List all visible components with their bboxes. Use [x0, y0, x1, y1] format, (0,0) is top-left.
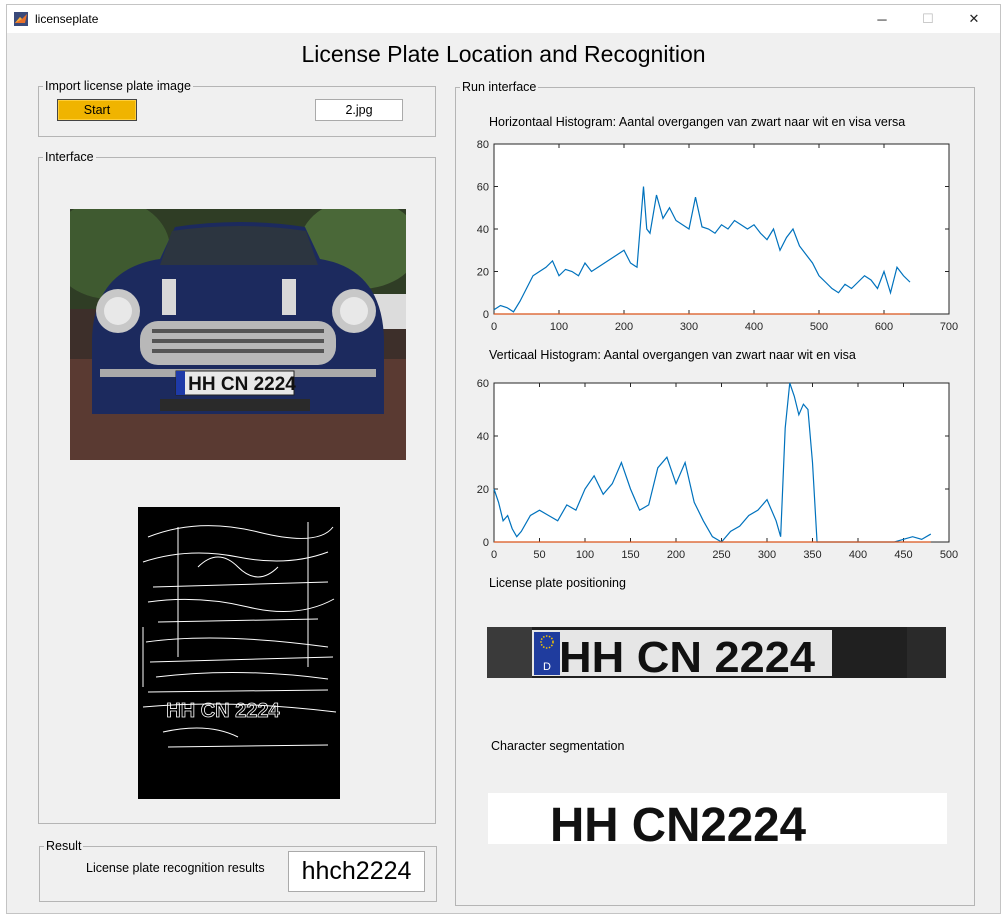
car-plate-text: HH CN 2224 [188, 374, 296, 395]
horizontal-histogram-title: Horizontaal Histogram: Aantal overgangen… [489, 115, 906, 129]
x-tick-label: 100 [550, 321, 568, 333]
maximize-icon: ☐ [922, 11, 934, 26]
plot-area [493, 143, 950, 315]
plate-positioning-image: D HH CN 2224 [487, 627, 946, 678]
x-tick-label: 200 [667, 549, 685, 561]
matlab-icon [14, 12, 28, 26]
plate-positioning-text: HH CN 2224 [559, 633, 816, 678]
plate-positioning-title: License plate positioning [489, 576, 626, 590]
y-tick-label: 0 [483, 309, 489, 321]
y-tick-label: 20 [477, 267, 489, 279]
plate-country: D [543, 661, 551, 673]
y-tick-label: 40 [477, 224, 489, 236]
y-tick-label: 60 [477, 378, 489, 390]
x-tick-label: 450 [894, 549, 912, 561]
window-title: licenseplate [35, 12, 99, 26]
x-tick-label: 0 [491, 321, 497, 333]
x-tick-label: 50 [533, 549, 545, 561]
file-name-field[interactable]: 2.jpg [315, 99, 403, 121]
x-tick-label: 600 [875, 321, 893, 333]
start-button[interactable]: Start [57, 99, 137, 121]
y-tick-label: 40 [477, 431, 489, 443]
segmentation-text: HH CN2224 [550, 799, 806, 844]
app-window: licenseplate ─ ☐ ✕ License Plate Locatio… [6, 4, 1001, 914]
x-tick-label: 200 [615, 321, 633, 333]
x-tick-label: 500 [940, 549, 958, 561]
import-panel: Import license plate image Start 2.jpg [38, 79, 436, 137]
y-tick-label: 20 [477, 484, 489, 496]
x-tick-label: 0 [491, 549, 497, 561]
x-tick-label: 100 [576, 549, 594, 561]
y-tick-label: 60 [477, 182, 489, 194]
x-tick-label: 700 [940, 321, 958, 333]
plot-area [493, 382, 950, 543]
import-panel-legend: Import license plate image [45, 79, 191, 93]
run-panel-legend: Run interface [462, 80, 537, 94]
result-panel-legend: Result [46, 839, 82, 853]
edge-plate-text: HH CN 2224 [166, 700, 280, 722]
result-field[interactable]: hhch2224 [288, 851, 425, 892]
y-tick-label: 80 [477, 139, 489, 151]
x-tick-label: 250 [712, 549, 730, 561]
vertical-histogram-title: Verticaal Histogram: Aantal overgangen v… [489, 348, 856, 362]
result-panel: Result License plate recognition results… [39, 839, 437, 902]
x-tick-label: 500 [810, 321, 828, 333]
x-tick-label: 400 [849, 549, 867, 561]
x-tick-label: 300 [758, 549, 776, 561]
page-title: License Plate Location and Recognition [301, 41, 706, 67]
y-tick-label: 0 [483, 537, 489, 549]
minimize-icon: ─ [877, 11, 887, 27]
segmentation-title: Character segmentation [491, 739, 625, 753]
close-icon: ✕ [968, 11, 980, 26]
minimize-button[interactable]: ─ [859, 5, 905, 33]
result-label: License plate recognition results [86, 861, 265, 875]
title-bar: licenseplate ─ ☐ ✕ [7, 5, 1000, 33]
horizontal-histogram: 0 100 200 300 400 500 600 700 0 20 40 60 80 [477, 139, 958, 333]
x-tick-label: 300 [680, 321, 698, 333]
edge-image: HH CN 2224 [138, 507, 340, 799]
close-button[interactable]: ✕ [951, 5, 997, 33]
car-photo: HH CN 2224 [70, 209, 406, 460]
interface-panel-legend: Interface [45, 150, 94, 164]
interface-panel: Interface HH CN 2224 HH CN 2224 [38, 150, 436, 824]
x-tick-label: 400 [745, 321, 763, 333]
segmentation-image: HH CN2224 [488, 793, 947, 844]
x-tick-label: 350 [803, 549, 821, 561]
vertical-histogram: 0 50 100 150 200 250 300 350 400 450 500 0 20 40 60 [477, 378, 958, 561]
maximize-button[interactable]: ☐ [905, 5, 951, 33]
x-tick-label: 150 [621, 549, 639, 561]
